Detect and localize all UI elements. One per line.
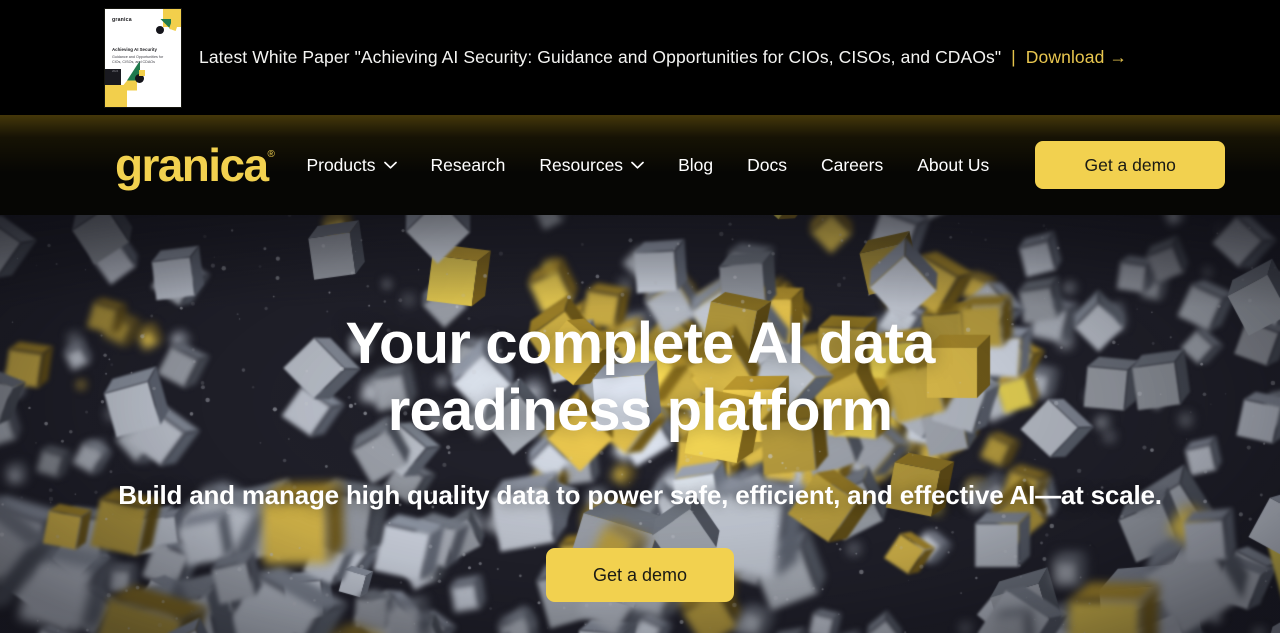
- nav-item-label: Blog: [678, 154, 714, 175]
- nav-item-label: Research: [430, 154, 506, 175]
- site-logo[interactable]: granica ®: [115, 139, 275, 191]
- hero-title: Your complete AI data readiness platform: [210, 311, 1070, 444]
- announcement-banner: granica Achieving AI Security Guidance a…: [0, 0, 1280, 115]
- hero-content: Your complete AI data readiness platform…: [0, 215, 1280, 603]
- chevron-down-icon: [383, 161, 397, 169]
- announcement-headline: Latest White Paper "Achieving AI Securit…: [198, 47, 1002, 67]
- thumbnail-title: Achieving AI Security: [111, 46, 157, 52]
- white-paper-thumbnail[interactable]: granica Achieving AI Security Guidance a…: [104, 8, 181, 107]
- nav-item-label: Resources: [539, 154, 624, 175]
- cover-shape-dark-circle: [155, 25, 164, 34]
- thumbnail-logo: granica: [111, 16, 132, 23]
- main-navigation: granica ® Products Research Resources Blo…: [0, 115, 1280, 215]
- nav-item-about-us[interactable]: About Us: [900, 155, 1006, 176]
- nav-item-label: Products: [306, 154, 376, 175]
- thumbnail-date: 2024: [111, 68, 119, 73]
- registered-trademark-icon: ®: [267, 149, 275, 160]
- nav-item-label: Careers: [820, 154, 884, 175]
- nav-item-resources[interactable]: Resources: [522, 155, 661, 176]
- hero-cta-row: Get a demo: [0, 548, 1280, 603]
- nav-item-label: About Us: [917, 154, 990, 175]
- navigation-bar: granica ® Products Research Resources Blo…: [0, 115, 1280, 215]
- announcement-separator: |: [1011, 47, 1016, 67]
- announcement-text: Latest White Paper "Achieving AI Securit…: [199, 47, 1127, 68]
- nav-item-careers[interactable]: Careers: [804, 155, 900, 176]
- nav-item-label: Docs: [747, 154, 787, 175]
- site-logo-text: granica: [115, 139, 269, 191]
- nav-items: Products Research Resources Blog Docs Ca…: [289, 155, 1006, 176]
- hero-title-line-2: platform: [666, 377, 893, 443]
- announcement-banner-content: granica Achieving AI Security Guidance a…: [104, 8, 1127, 107]
- nav-item-docs[interactable]: Docs: [730, 155, 804, 176]
- nav-item-blog[interactable]: Blog: [661, 155, 730, 176]
- hero-section: Your complete AI data readiness platform…: [0, 215, 1280, 633]
- hero-subtitle: Build and manage high quality data to po…: [118, 480, 1162, 511]
- get-a-demo-button[interactable]: Get a demo: [1035, 141, 1226, 189]
- hero-get-a-demo-button[interactable]: Get a demo: [546, 548, 734, 603]
- cover-shape-yellow-dot: [138, 69, 145, 76]
- thumbnail-subtitle: Guidance and Opportunities for CIOs, CIS…: [111, 54, 164, 65]
- download-link[interactable]: Download →: [1026, 47, 1127, 67]
- chevron-down-icon: [631, 161, 644, 169]
- nav-item-research[interactable]: Research: [414, 155, 523, 176]
- nav-item-products[interactable]: Products: [289, 155, 413, 176]
